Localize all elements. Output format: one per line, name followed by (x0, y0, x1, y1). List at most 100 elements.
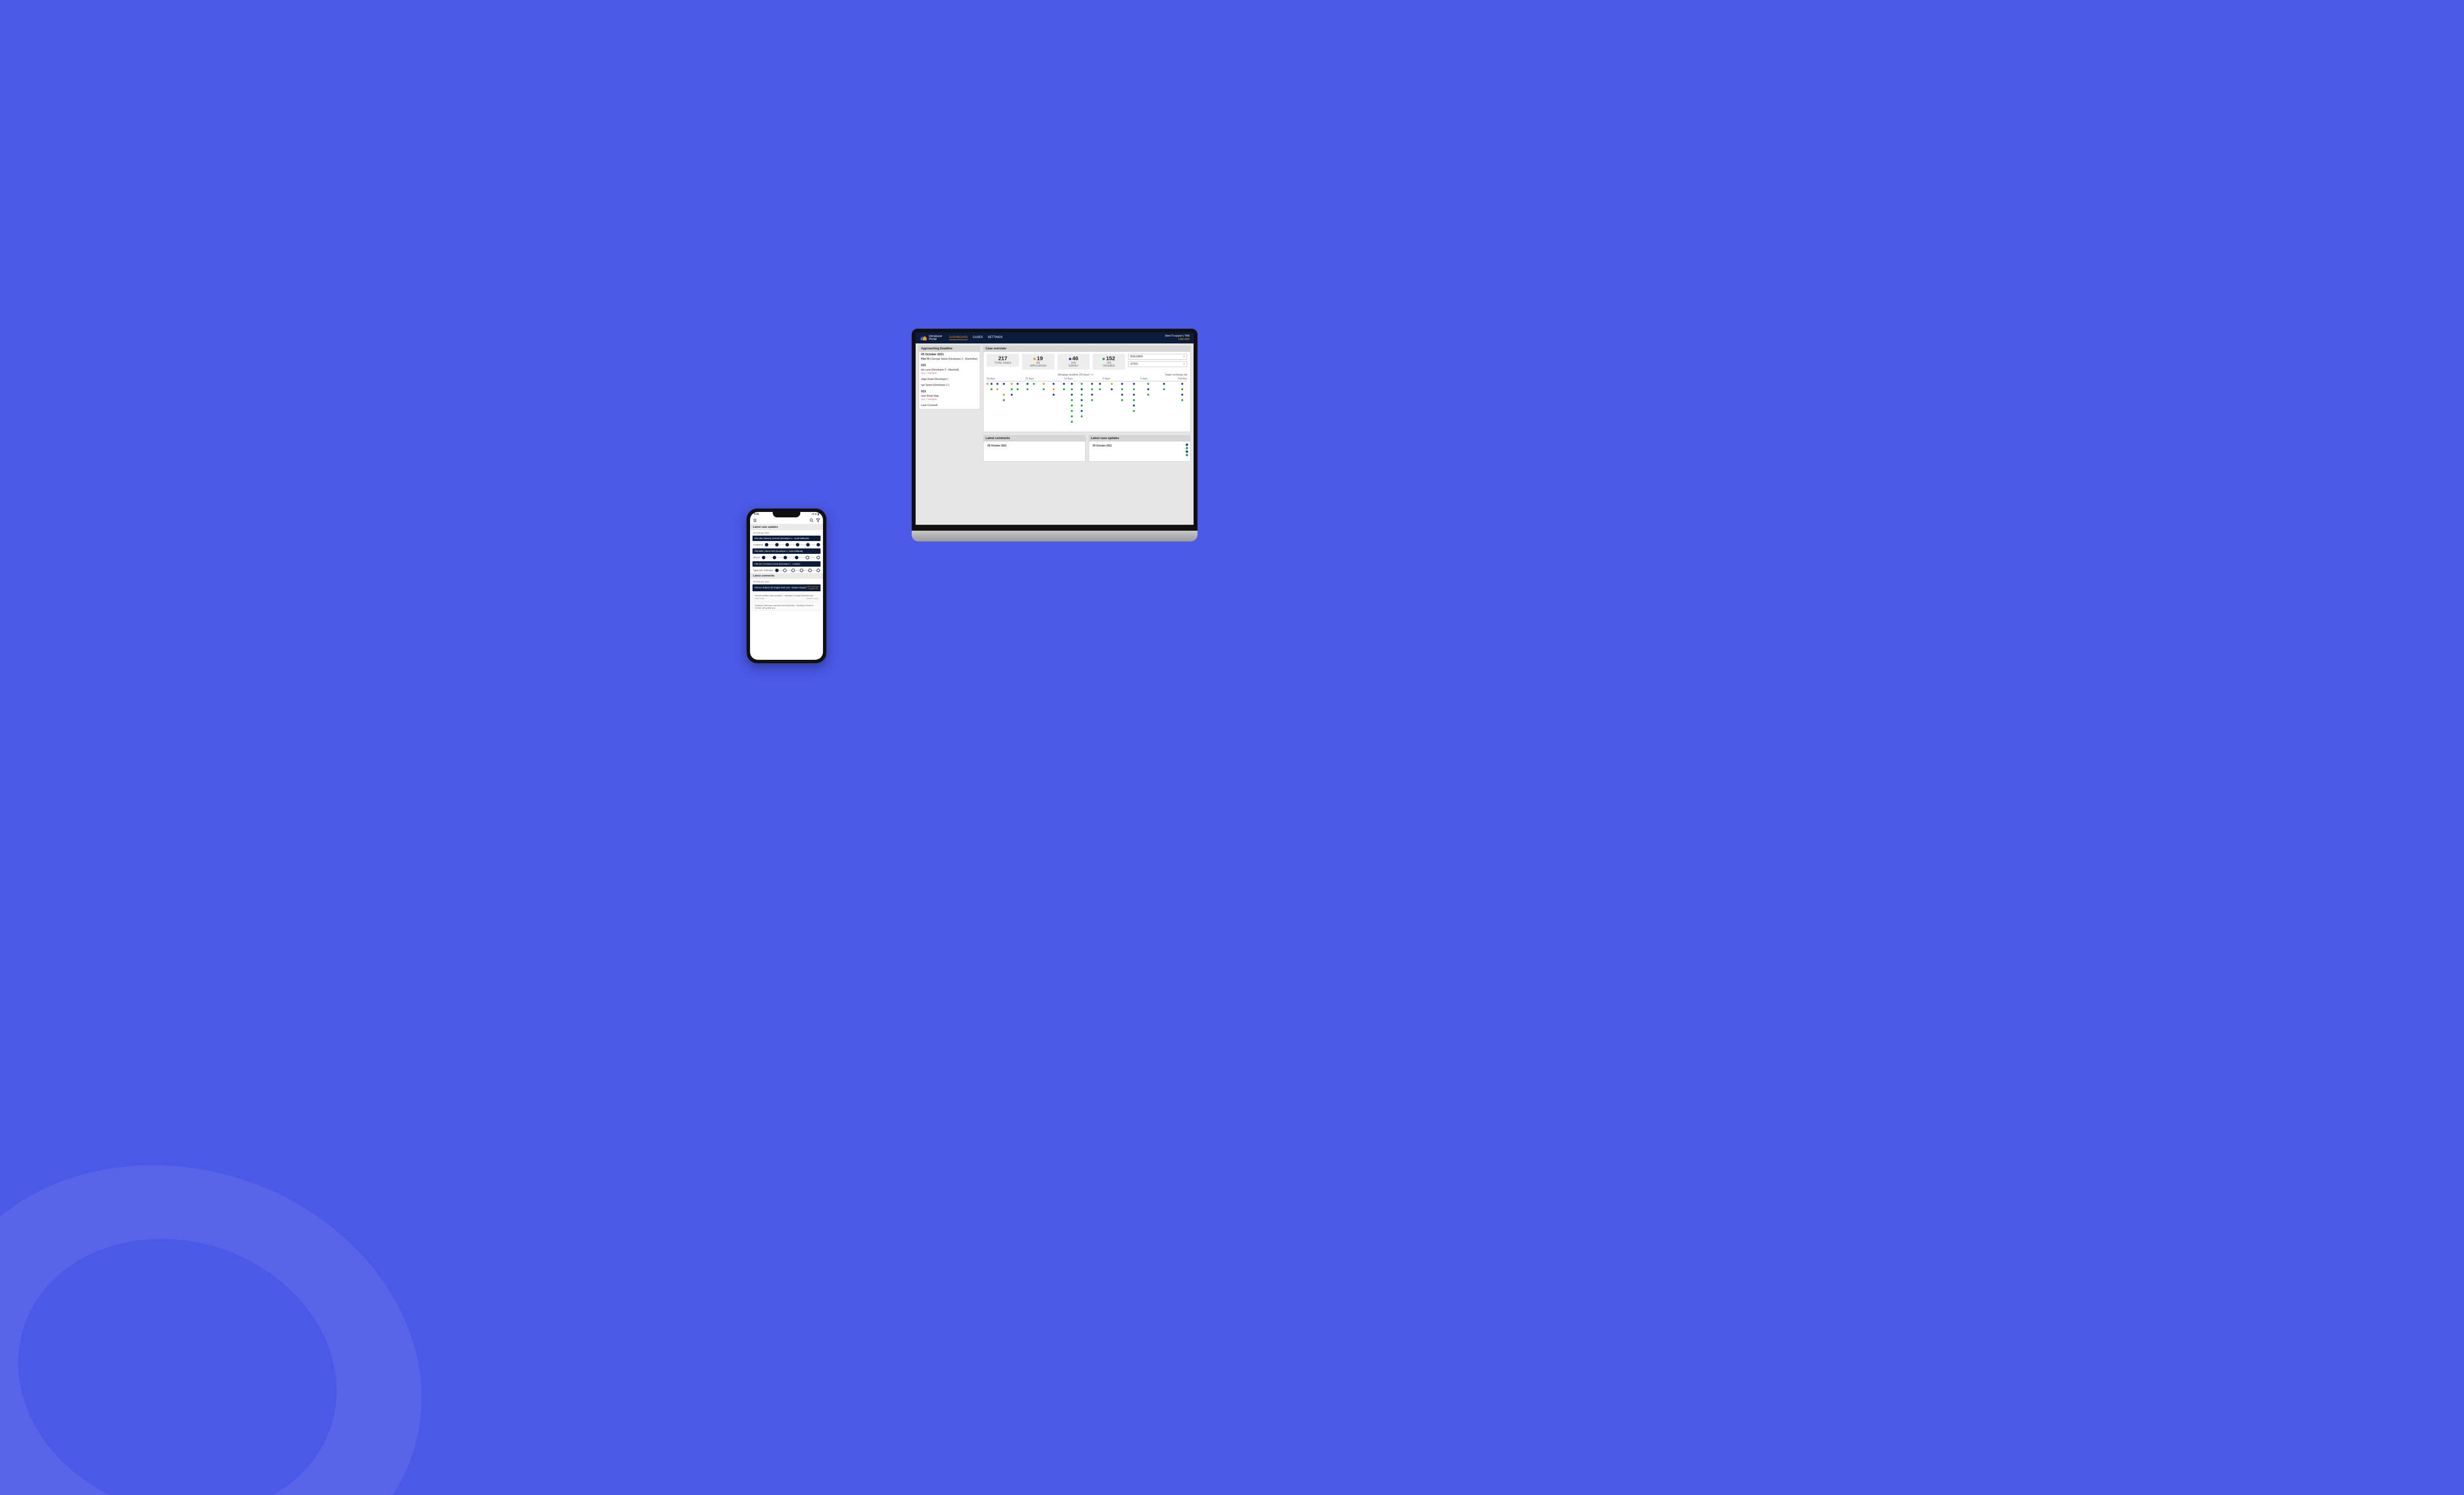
deadline-case[interactable]: Plot 70 | George Street (Developer 2 - R… (919, 357, 980, 363)
case-overview-title: Case overview (984, 346, 1190, 352)
deadline-date: 021 (919, 363, 980, 368)
chart-dot (1003, 399, 1005, 401)
chart-dot (1081, 394, 1083, 396)
ph-status-label: Completed (753, 544, 763, 546)
progress-step (808, 569, 812, 572)
chart-dot (1163, 388, 1165, 390)
progress-step (796, 543, 799, 546)
chart-dot (1003, 394, 1005, 396)
stat-offered: 152 70% OFFERED (1093, 354, 1125, 370)
chart-dot (1081, 399, 1083, 401)
chart-dot (1147, 383, 1149, 385)
menu-icon[interactable] (753, 518, 757, 522)
chart-dot (1071, 383, 1073, 385)
logo[interactable]: Introducer Portal (920, 335, 942, 341)
ph-comment-2: Employer Reference has been sent via ema… (753, 602, 821, 611)
chart-dot (1163, 383, 1165, 385)
chart-dot (1147, 394, 1149, 396)
chart-dot (1017, 383, 1019, 385)
ph-comment-1: Income verified, letter accepted – Valua… (753, 592, 821, 602)
chart-dot (1099, 383, 1101, 385)
axis-tick: 22 days (1026, 377, 1034, 380)
deadline-case[interactable]: ridge Road (Developer ) (919, 377, 980, 383)
ph-case-card[interactable]: Plot 199 | Waverly Crescent (Developer 2… (753, 536, 821, 541)
nav-cases[interactable]: CASES (973, 336, 983, 340)
deadline-panel: Approaching Deadline 05 October 2021Plot… (919, 345, 980, 409)
latest-comments-title: Latest comments (984, 436, 1085, 442)
stat-application: 19 9% APPLICATION (1022, 354, 1055, 370)
chart-dot (1071, 394, 1073, 396)
deadline-case[interactable]: rge Street (Developer 2 ) (919, 383, 980, 389)
chart-dot (1071, 388, 1073, 390)
chart-dot (1147, 388, 1149, 390)
ph-progress-row: Application Submitted (750, 568, 823, 573)
sites-select[interactable]: SITES ▾ (1128, 361, 1187, 367)
progress-step (784, 556, 787, 559)
progress-step (800, 569, 803, 572)
progress-step (762, 556, 765, 559)
header-user: Steer73 support | TMS LOG OUT (1165, 335, 1190, 341)
chart-dot (1063, 383, 1065, 385)
updates-dots (1186, 443, 1188, 456)
deadline-case[interactable]: ids Lane (Developer 3 - Marshall)VAL / O… (919, 368, 980, 377)
chart-dot (1121, 394, 1123, 396)
logout-link[interactable]: LOG OUT (1165, 338, 1190, 341)
overview-filters: BUILDERS ▾ SITES ▾ (1128, 354, 1187, 367)
stat-total: 217 TOTAL CASES (987, 354, 1019, 367)
deadline-case[interactable]: rson Road KippVAL / OFFER (919, 394, 980, 403)
chart-canvas (987, 383, 1187, 430)
progress-step (817, 569, 820, 572)
chart-dot (1033, 383, 1035, 385)
chart-label-right: Target exchange dat (1165, 374, 1187, 376)
ph-status-label: Offered (753, 556, 760, 559)
chart-dot (1011, 388, 1013, 390)
chart-dot (1133, 388, 1135, 390)
chevron-down-icon: ▾ (1183, 363, 1185, 366)
deadline-case[interactable]: Lane Cornwell (919, 403, 980, 409)
chart-dot (1121, 383, 1123, 385)
status-badge: APPLICATION SUBMITTED (807, 586, 819, 590)
chart-dot (1091, 399, 1093, 401)
dashboard-main: Case overview 217 TOTAL CASES 19 9% APPL… (983, 345, 1191, 462)
chart-dot (1003, 383, 1005, 385)
progress-step (806, 556, 809, 559)
phone-screen: 9:41 ••l ᯤ ▮ Latest case updates 18 Febr… (750, 512, 823, 660)
chart-dot (1081, 405, 1083, 407)
chart-dot (1071, 399, 1073, 401)
chart-dot (1081, 388, 1083, 390)
phone-time: 9:41 (754, 513, 759, 516)
chart-dot (1011, 394, 1013, 396)
ph-comment-card[interactable]: Plot 54 | Rubicon @ Knights Park (148 - … (753, 584, 821, 591)
deadline-sidebar: Approaching Deadline 05 October 2021Plot… (919, 345, 980, 462)
chart-dot (1181, 394, 1183, 396)
progress-step (795, 556, 798, 559)
nav-dashboard[interactable]: DASHBOARD (949, 336, 968, 340)
chart-dot (987, 383, 989, 385)
laptop-screen: Introducer Portal DASHBOARD CASES SETTIN… (916, 333, 1194, 525)
case-overview-panel: Case overview 217 TOTAL CASES 19 9% APPL… (983, 345, 1191, 432)
ph-case-card[interactable]: Plot 227 | St Owens Court (Developer 4 -… (753, 561, 821, 567)
progress-step (806, 543, 810, 546)
chevron-down-icon: ▾ (1183, 355, 1185, 358)
builders-select[interactable]: BUILDERS ▾ (1128, 354, 1187, 360)
chart-dot (1121, 399, 1123, 401)
chart-dot (1133, 383, 1135, 385)
search-icon[interactable] (810, 518, 814, 522)
dot-orange-icon (1033, 358, 1036, 360)
progress-step (775, 569, 779, 572)
progress-step (773, 556, 776, 559)
nav-settings[interactable]: SETTINGS (988, 336, 1002, 340)
user-name: Steer73 support | TMS (1165, 335, 1190, 338)
chart-dot (991, 388, 992, 390)
progress-step (817, 543, 820, 546)
chart-dot (1081, 383, 1083, 385)
chart-label-left: Mortgage deadline (28 days) ⟶ (1058, 374, 1094, 376)
chart-dot (1081, 410, 1083, 412)
ph-case-card[interactable]: Plot 5095 | Stone Park (Developer 3 - Ea… (753, 548, 821, 554)
progress-step (817, 556, 820, 559)
chart-dot (996, 383, 998, 385)
chart-dot (1071, 415, 1073, 417)
comments-date: 05 October 2021 (986, 443, 1083, 448)
filter-icon[interactable] (816, 518, 820, 522)
ph-progress-bar (765, 544, 820, 545)
